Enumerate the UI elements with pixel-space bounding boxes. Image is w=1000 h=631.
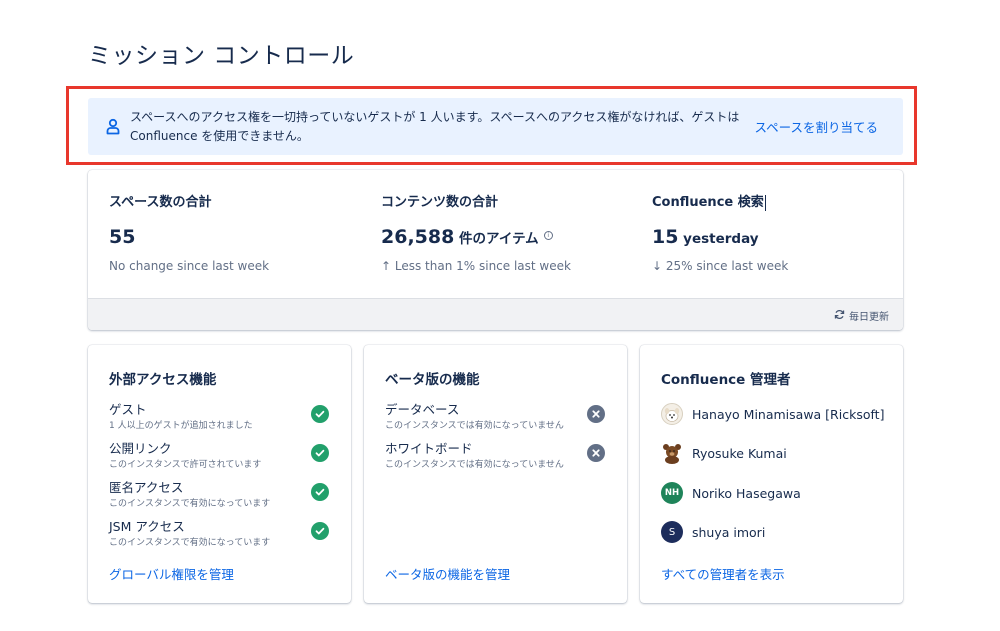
admin-name: Ryosuke Kumai [692, 445, 787, 461]
admin-name: Noriko Hasegawa [692, 485, 801, 501]
admins-card: Confluence 管理者 Hanayo Minamisawa [Rickso… [640, 345, 903, 603]
avatar [661, 442, 683, 464]
avatar [661, 403, 683, 425]
manage-global-permissions-link[interactable]: グローバル権限を管理 [109, 564, 234, 583]
admin-item[interactable]: S shuya imori [661, 520, 765, 544]
refresh-icon [834, 309, 845, 323]
refresh-label: 毎日更新 [849, 312, 889, 323]
feature-desc: このインスタンスで有効になっています [109, 499, 271, 509]
feature-name: ホワイトボード [385, 441, 473, 456]
feature-name: ゲスト [109, 402, 147, 417]
stat-title: コンテンツ数の合計 [381, 195, 499, 210]
avatar: NH [661, 482, 683, 504]
feature-anonymous-access: 匿名アクセス このインスタンスで有効になっています [109, 477, 329, 509]
admin-item[interactable]: Ryosuke Kumai [661, 441, 787, 465]
guest-warning-banner: スペースへのアクセス権を一切持っていないゲストが 1 人います。スペースへのアク… [88, 98, 903, 155]
feature-name: データベース [385, 402, 460, 417]
stat-title: Confluence 検索 [652, 191, 766, 211]
check-circle-icon [311, 444, 329, 462]
refresh-indicator: 毎日更新 [834, 308, 889, 323]
beta-features-card: ベータ版の機能 データベース このインスタンスでは有効になっていません ホワイト… [364, 345, 627, 603]
feature-desc: 1 人以上のゲストが追加されました [109, 421, 253, 431]
feature-desc: このインスタンスで有効になっています [109, 538, 271, 548]
check-circle-icon [311, 405, 329, 423]
card-title: Confluence 管理者 [661, 372, 791, 388]
feature-databases: データベース このインスタンスでは有効になっていません [385, 399, 605, 431]
view-all-admins-link[interactable]: すべての管理者を表示 [661, 564, 785, 583]
feature-desc: このインスタンスで許可されています [109, 460, 262, 470]
admin-item[interactable]: Hanayo Minamisawa [Ricksoft] [661, 402, 884, 426]
info-icon[interactable]: i [543, 231, 553, 240]
stat-unit: yesterday [678, 231, 759, 247]
banner-message: スペースへのアクセス権を一切持っていないゲストが 1 人います。スペースへのアク… [130, 110, 740, 143]
feature-whiteboards: ホワイトボード このインスタンスでは有効になっていません [385, 438, 605, 470]
cross-circle-icon [587, 405, 605, 423]
feature-jsm-access: JSM アクセス このインスタンスで有効になっています [109, 516, 329, 548]
check-circle-icon [311, 483, 329, 501]
admin-name: shuya imori [692, 524, 766, 540]
stat-value: 55 [109, 226, 135, 248]
stat-number: 55 [109, 226, 136, 248]
check-circle-icon [311, 522, 329, 540]
stat-change: ↓ 25% since last week [652, 259, 789, 273]
cross-circle-icon [587, 444, 605, 462]
stat-title-text: Confluence 検索 [652, 195, 764, 210]
stat-number: 26,588 [381, 226, 455, 248]
feature-desc: このインスタンスでは有効になっていません [385, 421, 564, 431]
stat-change: No change since last week [109, 259, 270, 273]
stat-unit: 件のアイテム [454, 231, 539, 247]
stat-value: 26,588 件のアイテム i [381, 226, 553, 248]
text-cursor [764, 194, 766, 211]
feature-name: 公開リンク [109, 441, 172, 456]
stats-footer: 毎日更新 [88, 298, 903, 330]
feature-name: 匿名アクセス [109, 480, 184, 495]
stat-number: 15 [652, 226, 679, 248]
card-title: ベータ版の機能 [385, 372, 480, 388]
admin-item[interactable]: NH Noriko Hasegawa [661, 481, 801, 505]
feature-guest: ゲスト 1 人以上のゲストが追加されました [109, 399, 329, 431]
assign-space-link[interactable]: スペースを割り当てる [754, 117, 878, 136]
card-title: 外部アクセス機能 [109, 372, 217, 388]
admin-name: Hanayo Minamisawa [Ricksoft] [692, 406, 885, 422]
avatar: S [661, 521, 683, 543]
feature-public-links: 公開リンク このインスタンスで許可されています [109, 438, 329, 470]
stat-value: 15 yesterday [652, 226, 759, 248]
stats-card: スペース数の合計 55 No change since last week コン… [88, 170, 903, 330]
person-icon [105, 118, 121, 135]
feature-name: JSM アクセス [109, 519, 185, 534]
stat-change: ↑ Less than 1% since last week [381, 259, 571, 273]
external-access-card: 外部アクセス機能 ゲスト 1 人以上のゲストが追加されました 公開リンク このイ… [88, 345, 351, 603]
manage-beta-features-link[interactable]: ベータ版の機能を管理 [385, 564, 510, 583]
feature-desc: このインスタンスでは有効になっていません [385, 460, 564, 470]
page-title: ミッション コントロール [88, 43, 355, 69]
stat-title: スペース数の合計 [109, 195, 212, 210]
